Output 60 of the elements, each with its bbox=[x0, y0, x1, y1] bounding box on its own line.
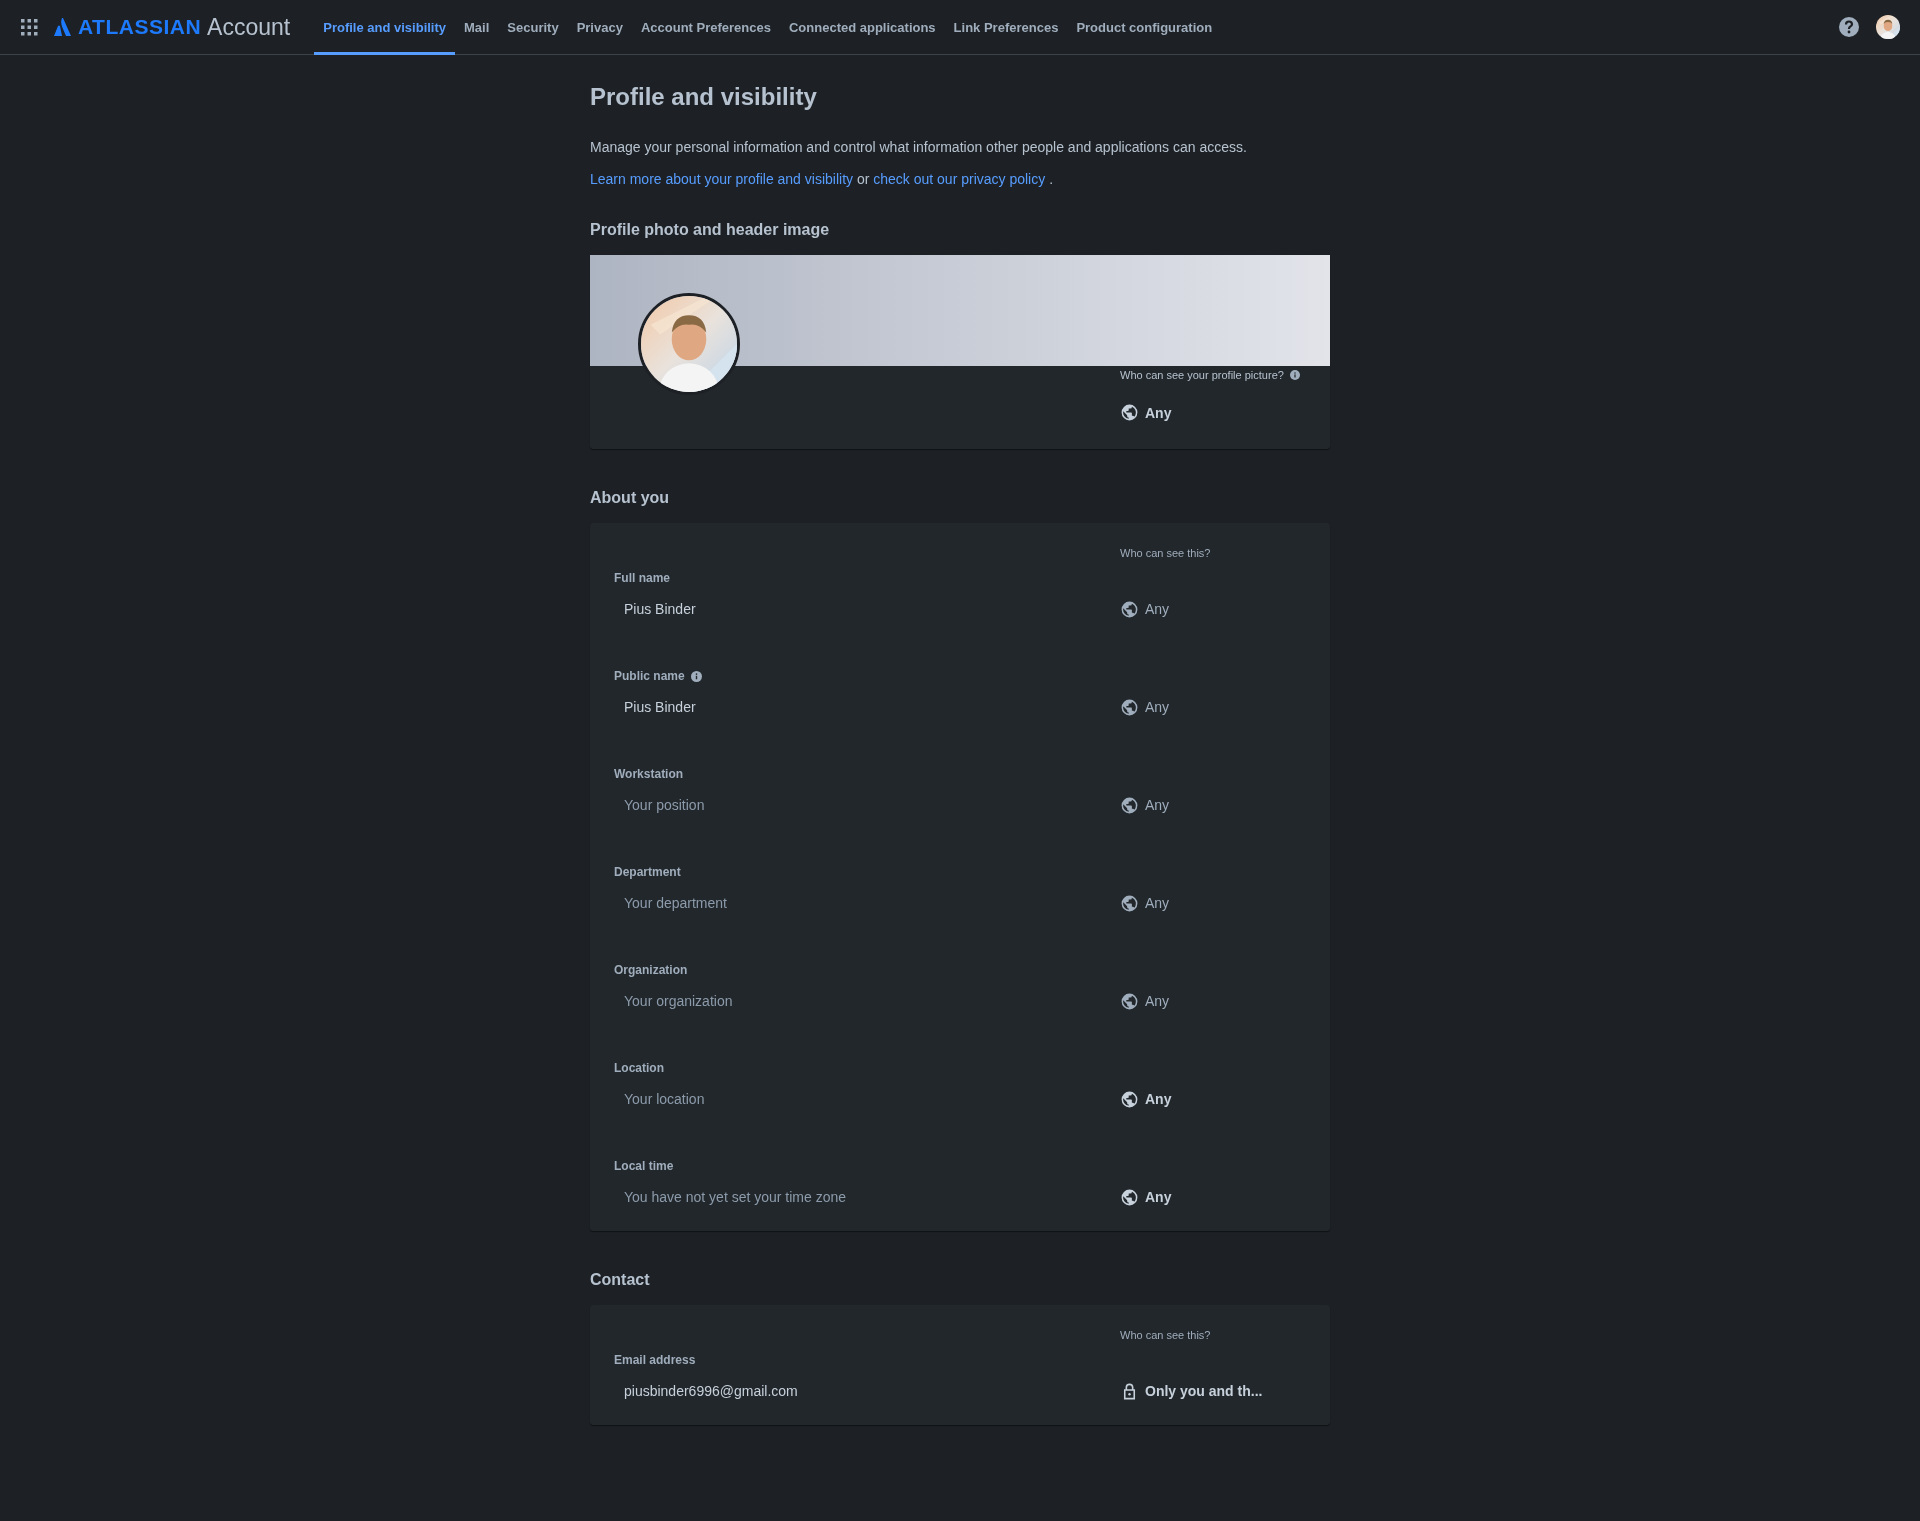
section-title: Contact bbox=[590, 1271, 651, 1289]
globe-icon bbox=[1120, 1089, 1139, 1109]
visibility-selector[interactable]: Any bbox=[1120, 403, 1172, 422]
input-field[interactable]: Your department bbox=[614, 891, 1110, 915]
input-field[interactable]: Your organization bbox=[614, 989, 1110, 1013]
visibility-selector[interactable]: Any bbox=[1120, 1187, 1172, 1207]
visibility-selector[interactable]: Any bbox=[1120, 991, 1170, 1011]
nav-tab[interactable]: Mail bbox=[455, 0, 499, 55]
app-grid-icon[interactable] bbox=[20, 18, 38, 36]
field-label: Local time bbox=[614, 1159, 674, 1173]
visibility-selector[interactable]: Any bbox=[1120, 795, 1170, 815]
visibility-question: Who can see this? bbox=[1120, 1329, 1211, 1341]
input-field[interactable]: Pius Binder bbox=[614, 597, 1110, 621]
nav-tab[interactable]: Privacy bbox=[567, 0, 632, 55]
globe-icon bbox=[1120, 1187, 1139, 1207]
privacy-policy-link[interactable]: check out our privacy policy bbox=[873, 171, 1046, 187]
info-icon[interactable] bbox=[1289, 370, 1300, 380]
intro-text: Manage your personal information and control what information other people and applications can access. bbox=[590, 139, 1248, 155]
learn-more-link[interactable]: Learn more about your profile and visibility bbox=[590, 171, 854, 187]
brand-name: ATLASSIAN bbox=[78, 15, 202, 39]
globe-icon bbox=[1120, 599, 1139, 619]
nav-tab[interactable]: Product configuration bbox=[1067, 0, 1222, 55]
input-field[interactable]: Your location bbox=[614, 1087, 1110, 1111]
input-field[interactable]: You have not yet set your time zone bbox=[614, 1185, 1110, 1209]
product-name: Account bbox=[207, 13, 291, 41]
joiner-text: or bbox=[856, 171, 870, 187]
visibility-question: Who can see your profile picture? bbox=[1120, 369, 1284, 381]
input-field[interactable]: Pius Binder bbox=[614, 695, 1110, 719]
globe-icon bbox=[1120, 991, 1139, 1011]
visibility-question: Who can see this? bbox=[1120, 547, 1211, 559]
globe-icon bbox=[1120, 795, 1139, 815]
visibility-selector[interactable]: Any bbox=[1120, 893, 1170, 913]
nav-tab[interactable]: Account Preferences bbox=[631, 0, 780, 55]
visibility-selector[interactable]: Any bbox=[1120, 599, 1170, 619]
nav-tab[interactable]: Profile and visibility bbox=[314, 0, 456, 55]
visibility-selector[interactable]: Only you and th... bbox=[1120, 1381, 1263, 1401]
section-title: About you bbox=[590, 489, 671, 507]
nav-tab[interactable]: Link Preferences bbox=[944, 0, 1068, 55]
section-title: Profile photo and header image bbox=[590, 221, 831, 239]
period-text: . bbox=[1049, 171, 1053, 187]
visibility-selector[interactable]: Any bbox=[1120, 697, 1170, 717]
page-title: Profile and visibility bbox=[590, 83, 818, 111]
field-label: Organization bbox=[614, 963, 688, 977]
field-label: Department bbox=[614, 865, 681, 879]
info-icon[interactable] bbox=[690, 670, 702, 682]
globe-icon bbox=[1120, 893, 1139, 913]
field-label: Workstation bbox=[614, 767, 684, 781]
globe-icon bbox=[1120, 403, 1139, 422]
input-field[interactable]: piusbinder6996@gmail.com bbox=[614, 1379, 1110, 1403]
visibility-selector[interactable]: Any bbox=[1120, 1089, 1172, 1109]
field-label: Public name bbox=[614, 669, 685, 683]
field-label: Location bbox=[614, 1061, 664, 1075]
logo-icon bbox=[52, 17, 72, 37]
nav-tab[interactable]: Connected applications bbox=[779, 0, 945, 55]
globe-icon bbox=[1120, 697, 1139, 717]
input-field[interactable]: Your position bbox=[614, 793, 1110, 817]
help-icon[interactable] bbox=[1838, 16, 1860, 38]
nav-tab[interactable]: Security bbox=[498, 0, 568, 55]
field-label: Email address bbox=[614, 1353, 696, 1367]
field-label: Full name bbox=[614, 571, 670, 585]
